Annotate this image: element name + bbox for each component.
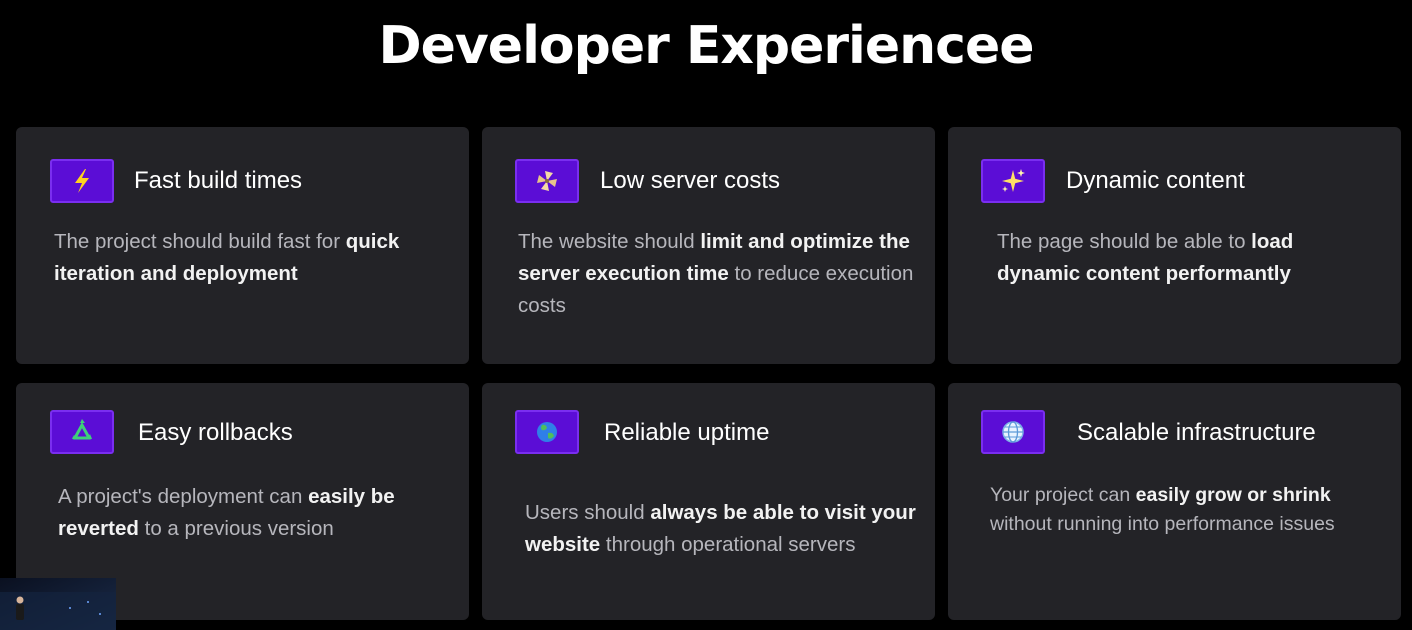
slide-title: Developer Experiencee: [378, 16, 1034, 76]
recycle-icon: [50, 410, 114, 454]
pinwheel-icon: [515, 159, 579, 203]
card-title: Scalable infrastructure: [1077, 419, 1316, 446]
card-description: Your project can easily grow or shrink w…: [990, 484, 1335, 535]
card-title: Reliable uptime: [604, 419, 770, 446]
globe-meridians-icon: [981, 410, 1045, 454]
card-description: Users should always be able to visit you…: [525, 501, 916, 556]
card-title: Fast build times: [134, 167, 303, 194]
card-title: Dynamic content: [1066, 167, 1245, 194]
feature-card-low-server-costs: Low server costs The website should limi…: [482, 127, 935, 364]
card-description: The project should build fast for quick …: [54, 230, 400, 285]
card-description: A project's deployment can easily be rev…: [58, 485, 395, 540]
card-title: Easy rollbacks: [138, 419, 293, 446]
card-description: The page should be able to load dynamic …: [997, 230, 1294, 285]
presenter-video-thumbnail: [0, 578, 116, 630]
card-title: Low server costs: [600, 167, 781, 194]
feature-card-fast-build: Fast build times The project should buil…: [16, 127, 469, 364]
feature-card-scalable-infrastructure: Scalable infrastructure Your project can…: [948, 383, 1401, 620]
earth-globe-icon: [515, 410, 579, 454]
sparkles-icon: [981, 159, 1045, 203]
card-description: The website should limit and optimize th…: [518, 230, 914, 317]
lightning-icon: [50, 159, 114, 203]
feature-card-dynamic-content: Dynamic content The page should be able …: [948, 127, 1401, 364]
feature-card-reliable-uptime: Reliable uptime Users should always be a…: [482, 383, 935, 620]
